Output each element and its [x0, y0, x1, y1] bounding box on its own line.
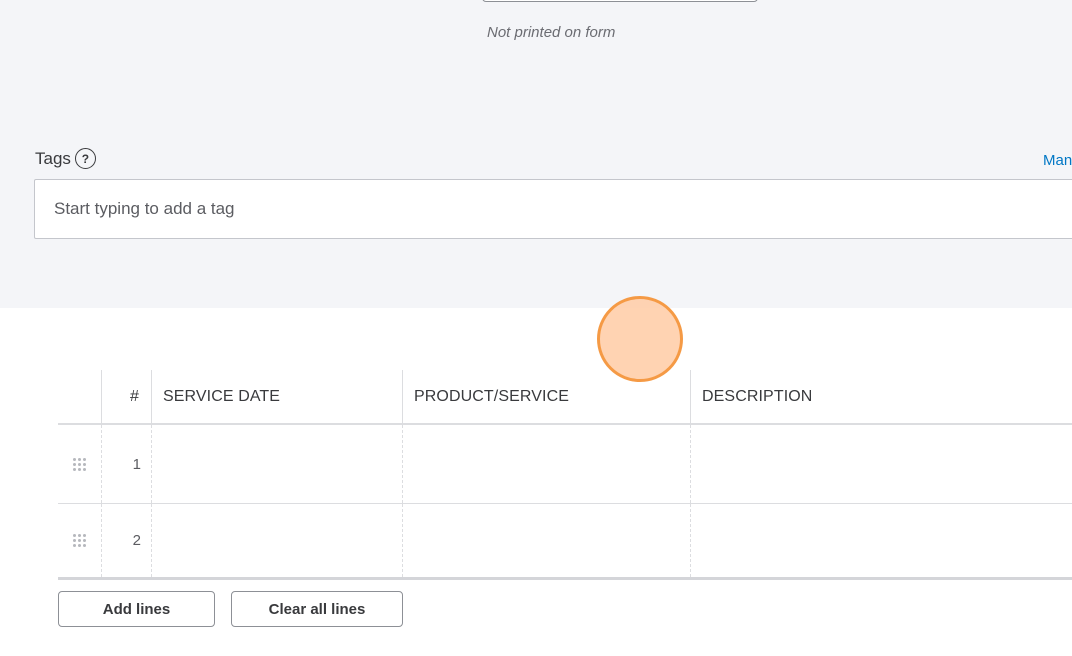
product-service-cell[interactable] — [403, 504, 691, 577]
drag-handle-icon[interactable] — [73, 457, 86, 471]
tags-label: Tags ? — [35, 148, 96, 169]
cursor-highlight — [597, 296, 683, 382]
header-description[interactable]: DESCRIPTION — [691, 370, 1072, 423]
product-service-cell[interactable] — [403, 425, 691, 503]
tags-input[interactable] — [34, 179, 1072, 239]
invoice-form-page: Not printed on form Tags ? Manage tags #… — [0, 0, 1072, 656]
row-number: 1 — [102, 425, 152, 503]
memo-field[interactable] — [482, 0, 758, 2]
table-header-row: # SERVICE DATE PRODUCT/SERVICE DESCRIPTI… — [58, 370, 1072, 425]
help-circle-icon[interactable]: ? — [74, 148, 96, 169]
row-number: 2 — [102, 504, 152, 577]
form-header-panel: Not printed on form Tags ? Manage tags — [0, 0, 1072, 308]
clear-all-lines-button[interactable]: Clear all lines — [231, 591, 403, 627]
row-drag-handle[interactable] — [58, 504, 102, 577]
add-lines-button[interactable]: Add lines — [58, 591, 215, 627]
header-service-date[interactable]: SERVICE DATE — [152, 370, 403, 423]
memo-note: Not printed on form — [487, 24, 616, 41]
table-row[interactable]: 1 — [58, 425, 1072, 504]
drag-handle-icon[interactable] — [73, 534, 86, 547]
description-cell[interactable] — [691, 504, 1072, 577]
row-drag-handle[interactable] — [58, 425, 102, 503]
manage-tags-link[interactable]: Manage tags — [1043, 152, 1072, 169]
service-date-cell[interactable] — [152, 504, 403, 577]
tags-label-text: Tags — [35, 148, 71, 168]
service-date-cell[interactable] — [152, 425, 403, 503]
description-cell[interactable] — [691, 425, 1072, 503]
header-drag-column — [58, 370, 102, 423]
table-row[interactable]: 2 — [58, 504, 1072, 580]
header-number: # — [102, 370, 152, 423]
